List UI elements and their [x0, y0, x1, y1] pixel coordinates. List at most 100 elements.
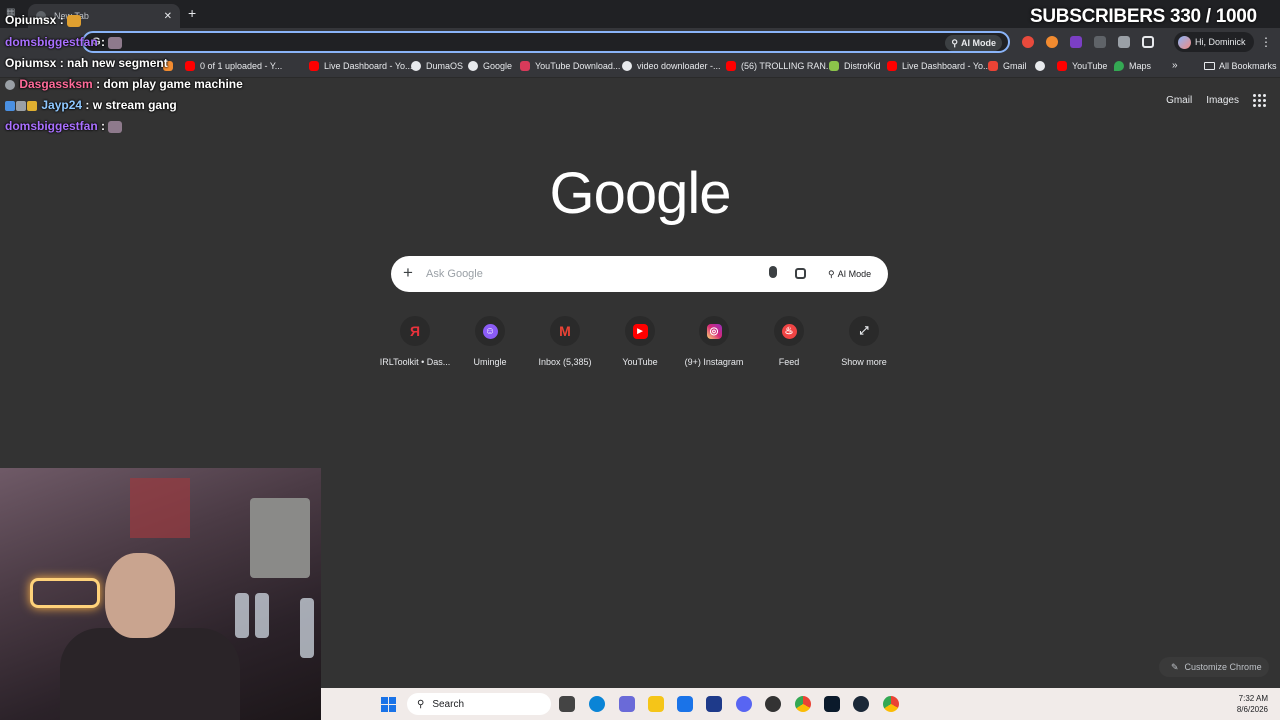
irltoolkit-icon: Я [409, 323, 421, 339]
bookmark-label: Maps [1129, 61, 1152, 71]
distrokid-icon [829, 61, 839, 71]
images-link[interactable]: Images [1206, 95, 1239, 106]
shortcut-tile[interactable]: ▶ YouTube [601, 316, 679, 367]
bookmark-item[interactable]: Google [468, 61, 512, 71]
expand-icon: ⤢ [859, 324, 869, 337]
extensions-puzzle-icon[interactable] [1142, 36, 1154, 48]
clock-time: 7:32 AM [1238, 694, 1268, 703]
bookmark-item[interactable]: Gmail [988, 61, 1027, 71]
chat-text: nah new segment [67, 56, 168, 70]
youtube-icon [887, 61, 897, 71]
chat-text: dom play game machine [103, 77, 243, 91]
bookmark-item[interactable]: (56) TROLLING RAN... [726, 61, 833, 71]
more-menu-icon[interactable]: ⋮ [1260, 35, 1272, 49]
shortcut-tile[interactable]: ☺ Umingle [451, 316, 529, 367]
extension-icon[interactable] [1046, 36, 1058, 48]
gmail-icon [988, 61, 998, 71]
store-icon[interactable] [706, 696, 722, 712]
address-bar[interactable]: G ⚲ AI Mode [82, 31, 1010, 53]
ai-mode-button[interactable]: ⚲ AI Mode [822, 264, 877, 284]
taskbar-clock[interactable]: 7:32 AM 8/6/2026 [1237, 693, 1268, 715]
plus-icon[interactable]: + [403, 263, 413, 283]
shortcut-tile[interactable]: Я IRLToolkit • Das... [376, 316, 454, 367]
shortcut-circle: ◎ [699, 316, 729, 346]
taskbar-search[interactable]: ⚲ Search [407, 693, 551, 715]
webcam-feed [0, 468, 321, 720]
extension-icon[interactable] [1022, 36, 1034, 48]
gmail-link[interactable]: Gmail [1166, 95, 1192, 106]
extension-icon[interactable] [1118, 36, 1130, 48]
bookmark-item[interactable]: 0 of 1 uploaded - Y... [185, 61, 282, 71]
shortcut-circle: Я [400, 316, 430, 346]
chat-username: Jayp24 [41, 98, 83, 112]
copilot-icon[interactable] [619, 696, 635, 712]
background-decor [130, 478, 190, 538]
toolbar: G ⚲ AI Mode Hi, Dominick ⋮ [0, 28, 1280, 56]
lens-icon[interactable] [795, 268, 806, 279]
steam-icon[interactable] [853, 696, 869, 712]
shortcut-circle: M [550, 316, 580, 346]
task-view-icon[interactable] [559, 696, 575, 712]
new-tab-button[interactable]: + [188, 5, 196, 21]
badge-icon [27, 100, 37, 111]
shortcut-tile[interactable]: M Inbox (5,385) [526, 316, 604, 367]
bookmark-label: Google [483, 61, 513, 71]
bookmark-item[interactable]: Maps [1114, 61, 1151, 71]
file-explorer-icon[interactable] [648, 696, 664, 712]
profile-button[interactable]: Hi, Dominick [1174, 32, 1254, 52]
omnibox-ai-mode-button[interactable]: ⚲ AI Mode [945, 35, 1002, 51]
extension-icon[interactable] [1070, 36, 1082, 48]
windows-start-icon[interactable] [381, 697, 396, 712]
bookmark-item[interactable] [1035, 61, 1045, 71]
close-icon[interactable]: ✕ [164, 11, 172, 22]
outlook-icon[interactable] [677, 696, 693, 712]
shortcut-tile[interactable]: ◎ (9+) Instagram [675, 316, 753, 367]
youtube-icon [1057, 61, 1067, 71]
chat-username: Opiumsx [5, 56, 57, 70]
apps-grid-icon[interactable] [1253, 94, 1266, 107]
maps-icon [1114, 61, 1124, 71]
shortcut-label: IRLToolkit • Das... [379, 357, 451, 367]
chat-username: Dasgassksm [19, 77, 93, 91]
gmail-icon: M [559, 323, 571, 339]
bookmark-item[interactable]: DumaOS [411, 61, 463, 71]
obs-icon[interactable] [765, 696, 781, 712]
shortcut-show-more[interactable]: ⤢ Show more [825, 316, 903, 367]
google-icon [622, 61, 632, 71]
shortcut-tile[interactable]: ♨ Feed [750, 316, 828, 367]
pencil-icon: ✎ [1171, 661, 1179, 672]
chrome-icon[interactable] [795, 696, 811, 712]
profile-label: Hi, Dominick [1195, 37, 1246, 47]
search-input[interactable]: Ask Google [426, 268, 483, 280]
streamer-body [60, 628, 240, 720]
badge-icon [5, 100, 15, 111]
chrome-icon[interactable] [883, 696, 899, 712]
shortcut-label: YouTube [622, 357, 658, 367]
badge-icon [5, 79, 15, 90]
feed-icon: ♨ [781, 323, 797, 339]
google-icon [468, 61, 478, 71]
shortcut-circle: ⤢ [849, 316, 879, 346]
chevron-right-icon[interactable]: » [1172, 60, 1178, 71]
customize-label: Customize Chrome [1184, 662, 1262, 672]
bookmark-item[interactable]: Live Dashboard - Yo... [309, 61, 413, 71]
water-bottle [255, 593, 269, 638]
shortcut-label: Show more [841, 357, 887, 367]
discord-icon[interactable] [736, 696, 752, 712]
bookmark-item[interactable]: Live Dashboard - Yo... [887, 61, 991, 71]
bookmark-item[interactable]: YouTube [1057, 61, 1107, 71]
bookmark-item[interactable]: DistroKid [829, 61, 881, 71]
bookmark-item[interactable]: video downloader -... [622, 61, 721, 71]
bookmark-item[interactable]: YouTube Download... [520, 61, 620, 71]
bookmark-label: DistroKid [844, 61, 881, 71]
youtube-icon [309, 61, 319, 71]
edge-icon[interactable] [589, 696, 605, 712]
extension-icon[interactable] [1094, 36, 1106, 48]
all-bookmarks-button[interactable]: All Bookmarks [1204, 61, 1277, 71]
avatar [1178, 35, 1191, 49]
shortcut-circle: ♨ [774, 316, 804, 346]
microphone-icon[interactable] [769, 266, 777, 278]
customize-chrome-button[interactable]: ✎ Customize Chrome [1159, 657, 1269, 677]
app-icon[interactable] [824, 696, 840, 712]
search-box[interactable]: + Ask Google ⚲ AI Mode [391, 256, 888, 292]
